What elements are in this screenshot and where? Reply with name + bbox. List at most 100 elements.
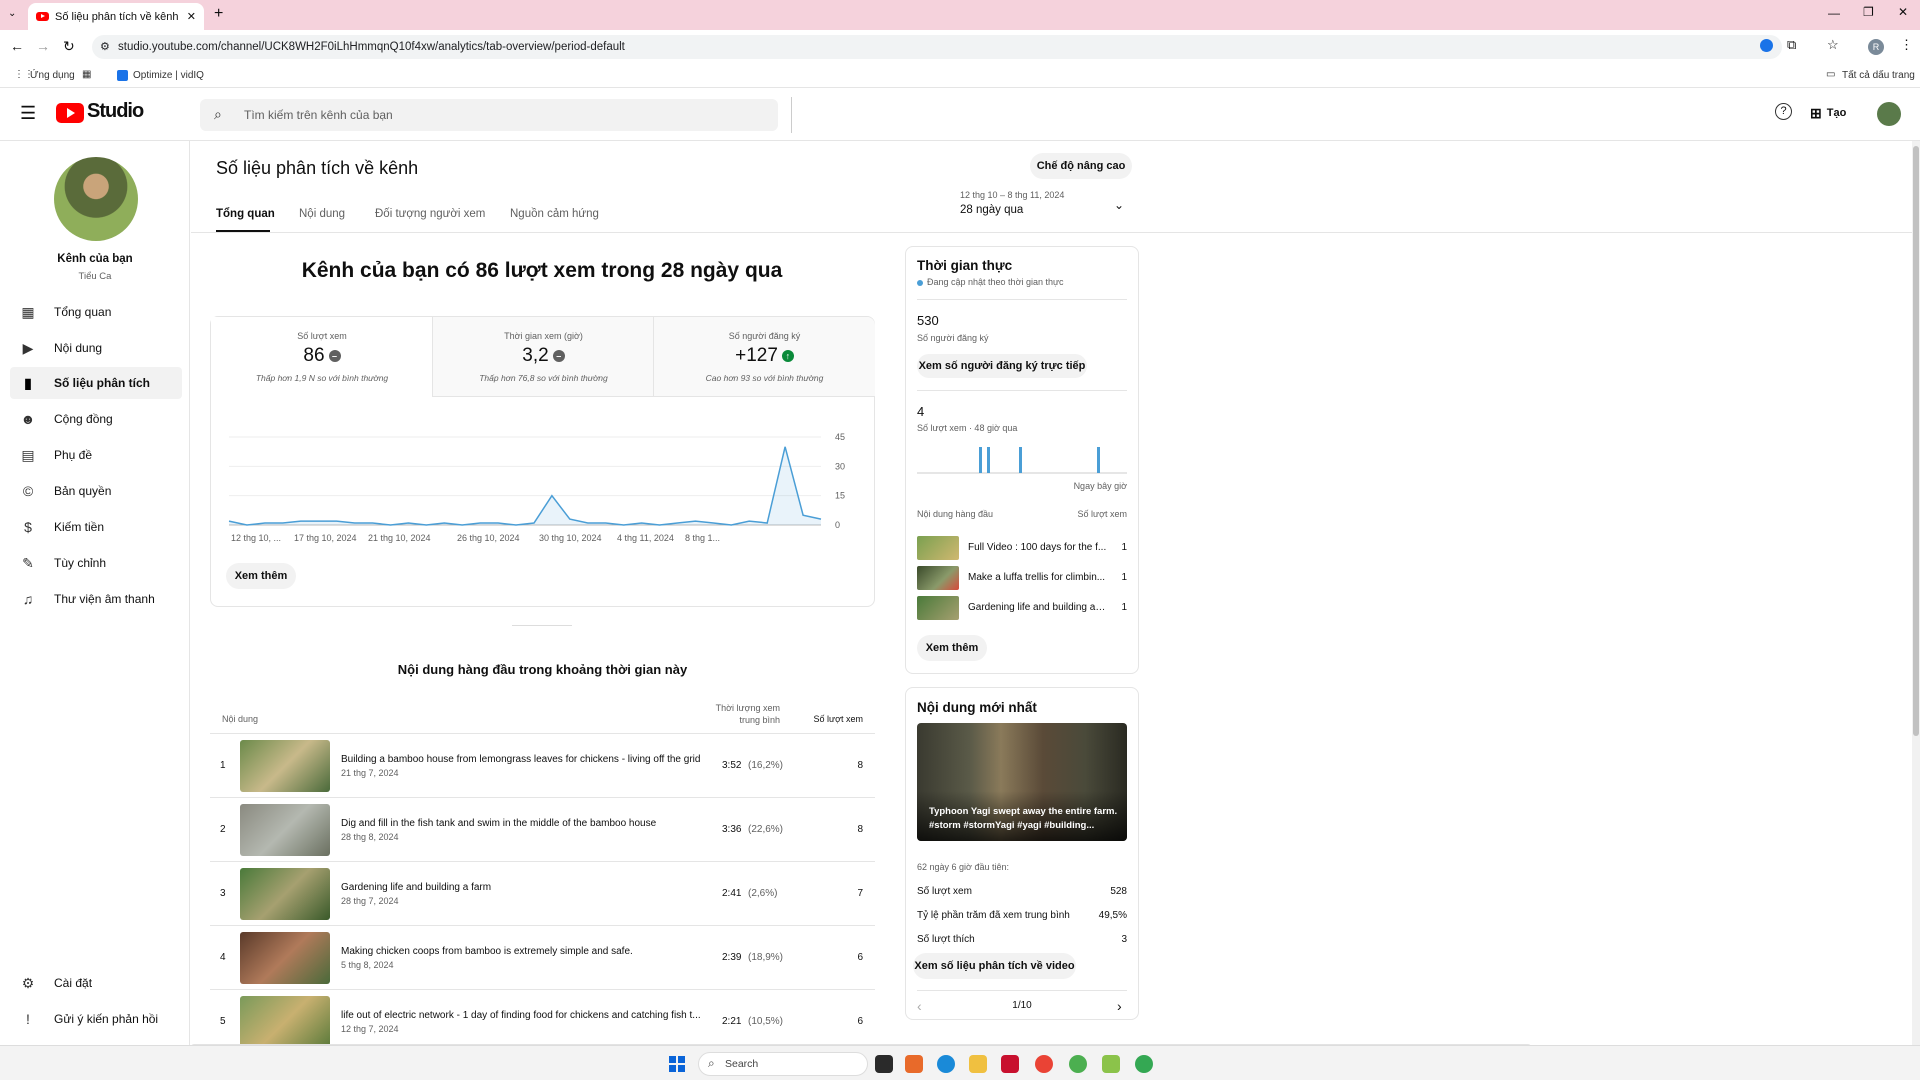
scrollbar-thumb[interactable] [1913, 146, 1919, 736]
table-row[interactable]: 4 Making chicken coops from bamboo is ex… [210, 926, 875, 990]
sidebar-item-copyright[interactable]: © Bản quyền [10, 475, 182, 507]
sidebar-item-settings[interactable]: ⚙ Cài đặt [10, 967, 182, 999]
help-icon[interactable]: ? [1775, 103, 1792, 120]
tab-close-icon[interactable]: ✕ [187, 10, 196, 23]
sidebar-item-analytics[interactable]: ▮ Số liệu phân tích [10, 367, 182, 399]
browser-tab[interactable]: Số liệu phân tích về kênh - You ✕ [28, 3, 204, 30]
realtime-see-more-button[interactable]: Xem thêm [917, 635, 987, 661]
video-thumbnail[interactable] [240, 932, 330, 984]
edge-icon[interactable] [937, 1055, 955, 1073]
app-icon[interactable] [1001, 1055, 1019, 1073]
live-subscribers-button[interactable]: Xem số người đăng ký trực tiếp [917, 354, 1087, 378]
latest-video-thumbnail[interactable]: Typhoon Yagi swept away the entire farm.… [917, 723, 1127, 841]
realtime-bar[interactable] [987, 447, 990, 473]
see-more-button[interactable]: Xem thêm [226, 563, 296, 589]
video-title[interactable]: Making chicken coops from bamboo is extr… [341, 946, 711, 957]
app-icon[interactable] [1102, 1055, 1120, 1073]
task-view-icon[interactable] [875, 1055, 893, 1073]
sidebar-item-feedback[interactable]: ! Gửi ý kiến phản hồi [10, 1003, 182, 1035]
chrome-profile-icon[interactable] [1135, 1055, 1153, 1073]
video-analytics-button[interactable]: Xem số liệu phân tích về video [913, 953, 1076, 979]
video-title[interactable]: life out of electric network - 1 day of … [341, 1010, 711, 1021]
account-avatar[interactable] [1877, 102, 1901, 126]
search-input[interactable]: ⌕ Tìm kiếm trên kênh của bạn [200, 99, 778, 131]
url-field[interactable]: ⚙ studio.youtube.com/channel/UCK8WH2F0iL… [92, 35, 1782, 59]
tab-list-icon[interactable]: ⌄ [8, 8, 16, 19]
tab-overview[interactable]: Tổng quan [216, 208, 275, 220]
metric-subscribers[interactable]: Số người đăng ký +127 ↑ Cao hơn 93 so với… [653, 317, 875, 397]
realtime-bar-chart[interactable] [917, 440, 1127, 474]
video-thumbnail[interactable] [240, 740, 330, 792]
taskbar-search[interactable]: ⌕ Search [698, 1052, 868, 1076]
metric-views[interactable]: Số lượt xem 86– Thấp hơn 1,9 N so với bì… [211, 317, 433, 397]
realtime-bar[interactable] [1019, 447, 1022, 473]
start-windows-icon[interactable] [669, 1056, 685, 1072]
table-row[interactable]: 3 Gardening life and building a farm 28 … [210, 862, 875, 926]
realtime-bar[interactable] [979, 447, 982, 473]
site-info-icon[interactable]: ⚙ [100, 40, 110, 53]
col-views[interactable]: Số lượt xem [790, 714, 863, 724]
video-thumbnail[interactable] [240, 996, 330, 1045]
sidebar-item-dashboard[interactable]: ▦ Tổng quan [10, 296, 182, 328]
table-row[interactable]: 2 Dig and fill in the fish tank and swim… [210, 798, 875, 862]
video-thumbnail[interactable] [917, 596, 959, 620]
video-title[interactable]: Building a bamboo house from lemongrass … [341, 754, 711, 765]
tab-audience[interactable]: Đối tượng người xem [375, 208, 485, 220]
views-line-chart[interactable]: 45 30 15 0 12 thg 10, ... 17 thg 10, 2024 21 t… [221, 427, 861, 557]
sidebar-item-community[interactable]: ☻ Cộng đồng [10, 403, 182, 435]
browser-menu-icon[interactable]: ⋮ [1900, 37, 1913, 53]
close-window-icon[interactable]: ✕ [1898, 5, 1908, 19]
realtime-item-title[interactable]: Make a luffa trellis for climbin... [968, 572, 1108, 583]
sidebar-item-content[interactable]: ▶ Nội dung [10, 332, 182, 364]
tab-content[interactable]: Nội dung [299, 208, 345, 220]
create-button[interactable]: ⊞ Tạo [1810, 100, 1858, 126]
grid-icon[interactable]: ▦ [82, 69, 91, 80]
tab-research[interactable]: Nguồn cảm hứng [510, 208, 599, 220]
app-icon[interactable] [905, 1055, 923, 1073]
app-icon[interactable] [1069, 1055, 1087, 1073]
hamburger-menu-icon[interactable]: ☰ [20, 103, 36, 124]
sidebar-item-subtitles[interactable]: ▤ Phụ đề [10, 439, 182, 471]
pager-prev-icon[interactable]: ‹ [917, 998, 922, 1014]
realtime-item[interactable]: Full Video : 100 days for the f... 1 [917, 536, 1127, 560]
video-title[interactable]: Dig and fill in the fish tank and swim i… [341, 818, 711, 829]
extensions-puzzle-icon[interactable]: ⧉ [1787, 37, 1796, 53]
minimize-icon[interactable]: — [1828, 6, 1840, 20]
youtube-logo-icon[interactable] [56, 103, 84, 123]
chrome-icon[interactable] [1035, 1055, 1053, 1073]
realtime-item[interactable]: Make a luffa trellis for climbin... 1 [917, 566, 1127, 590]
bookmark-apps[interactable]: Ứng dụng [30, 70, 75, 81]
bookmark-vidiq[interactable]: Optimize | vidIQ [133, 70, 204, 81]
video-thumbnail[interactable] [917, 566, 959, 590]
file-explorer-icon[interactable] [969, 1055, 987, 1073]
sidebar-item-audio-library[interactable]: ♫ Thư viện âm thanh [10, 583, 182, 615]
realtime-item-title[interactable]: Full Video : 100 days for the f... [968, 542, 1108, 553]
realtime-item[interactable]: Gardening life and building a f... 1 [917, 596, 1127, 620]
table-row[interactable]: 1 Building a bamboo house from lemongras… [210, 734, 875, 798]
profile-avatar[interactable]: R [1868, 39, 1884, 55]
sidebar-item-customization[interactable]: ✎ Tùy chỉnh [10, 547, 182, 579]
bookmarks-icon[interactable]: ☆ [1827, 37, 1839, 53]
series-line[interactable] [228, 446, 822, 526]
metric-watch-time[interactable]: Thời gian xem (giờ) 3,2– Thấp hơn 76,8 s… [432, 317, 654, 397]
advanced-mode-button[interactable]: Chế độ nâng cao [1030, 153, 1132, 179]
extension-icon[interactable] [1760, 39, 1773, 52]
video-thumbnail[interactable] [917, 536, 959, 560]
studio-logo-text[interactable]: Studio [87, 100, 144, 123]
forward-icon[interactable]: → [36, 38, 50, 54]
new-tab-button[interactable]: + [214, 5, 223, 23]
channel-avatar[interactable] [54, 157, 138, 241]
video-thumbnail[interactable] [240, 868, 330, 920]
realtime-item-title[interactable]: Gardening life and building a f... [968, 602, 1108, 613]
sidebar-item-earn[interactable]: $ Kiếm tiền [10, 511, 182, 543]
restore-icon[interactable]: ❐ [1863, 5, 1874, 19]
all-bookmarks[interactable]: Tất cả dấu trang [1842, 70, 1915, 81]
pager-next-icon[interactable]: › [1117, 998, 1122, 1014]
realtime-bar[interactable] [1097, 447, 1100, 473]
back-icon[interactable]: ← [10, 38, 24, 54]
page-scrollbar[interactable] [1912, 141, 1920, 1045]
reload-icon[interactable]: ↻ [63, 38, 75, 55]
video-title[interactable]: Gardening life and building a farm [341, 882, 711, 893]
video-thumbnail[interactable] [240, 804, 330, 856]
table-row[interactable]: 5 life out of electric network - 1 day o… [210, 990, 875, 1045]
